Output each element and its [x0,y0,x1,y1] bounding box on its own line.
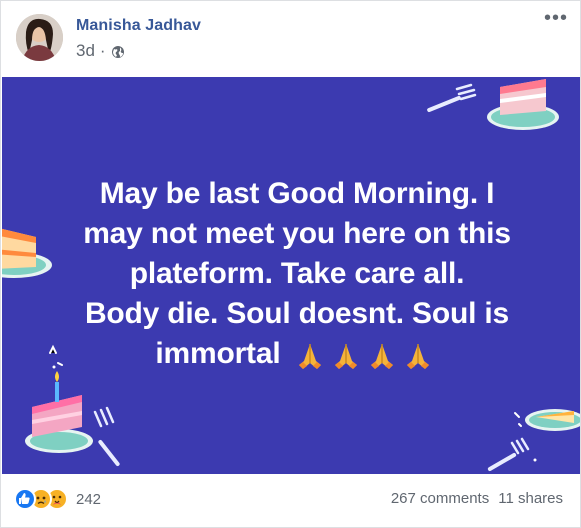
post-stats: 267 comments 11 shares [391,490,563,507]
birthday-cake-icon [25,371,93,453]
cake-slice-icon [487,79,559,130]
folded-hands-emoji [370,344,393,370]
like-icon [14,488,36,510]
cake-slice-icon [525,409,580,431]
message-line: immortal [155,337,281,370]
post-time[interactable]: 3d [76,41,95,61]
message-line: Body die. Soul doesnt. Soul is [84,297,510,330]
post-header: Manisha Jadhav 3d · ••• [1,1,581,77]
folded-hands-emoji [334,344,357,370]
reactions-summary[interactable]: 242 [14,488,101,510]
message-line: May be last Good Morning. I [99,177,495,210]
shares-count[interactable]: 11 shares [498,490,563,507]
folded-hands-emoji [406,344,429,370]
message-line: plateform. Take care all. [129,257,465,290]
fork-icon [427,83,477,112]
fork-icon [487,437,530,471]
more-options-icon[interactable]: ••• [544,8,568,28]
folded-hands-emoji-group [295,335,439,375]
folded-hands-emoji [298,344,321,370]
post-banner: May be last Good Morning. I may not meet… [2,77,580,474]
meta-separator: · [99,41,106,60]
comments-count[interactable]: 267 comments [391,490,489,507]
post-footer: 242 267 comments 11 shares [1,474,581,528]
globe-icon [111,44,125,58]
reaction-count[interactable]: 242 [76,491,101,508]
post-message: May be last Good Morning. I may not meet… [42,174,552,375]
message-line: may not meet you here on this [83,217,511,250]
fork-icon [93,406,120,467]
message-line-last: immortal [42,334,552,375]
post-meta: 3d · [76,41,125,61]
post-card: Manisha Jadhav 3d · ••• May be last Good… [0,0,581,528]
author-avatar[interactable] [16,14,63,61]
author-name[interactable]: Manisha Jadhav [76,17,201,35]
